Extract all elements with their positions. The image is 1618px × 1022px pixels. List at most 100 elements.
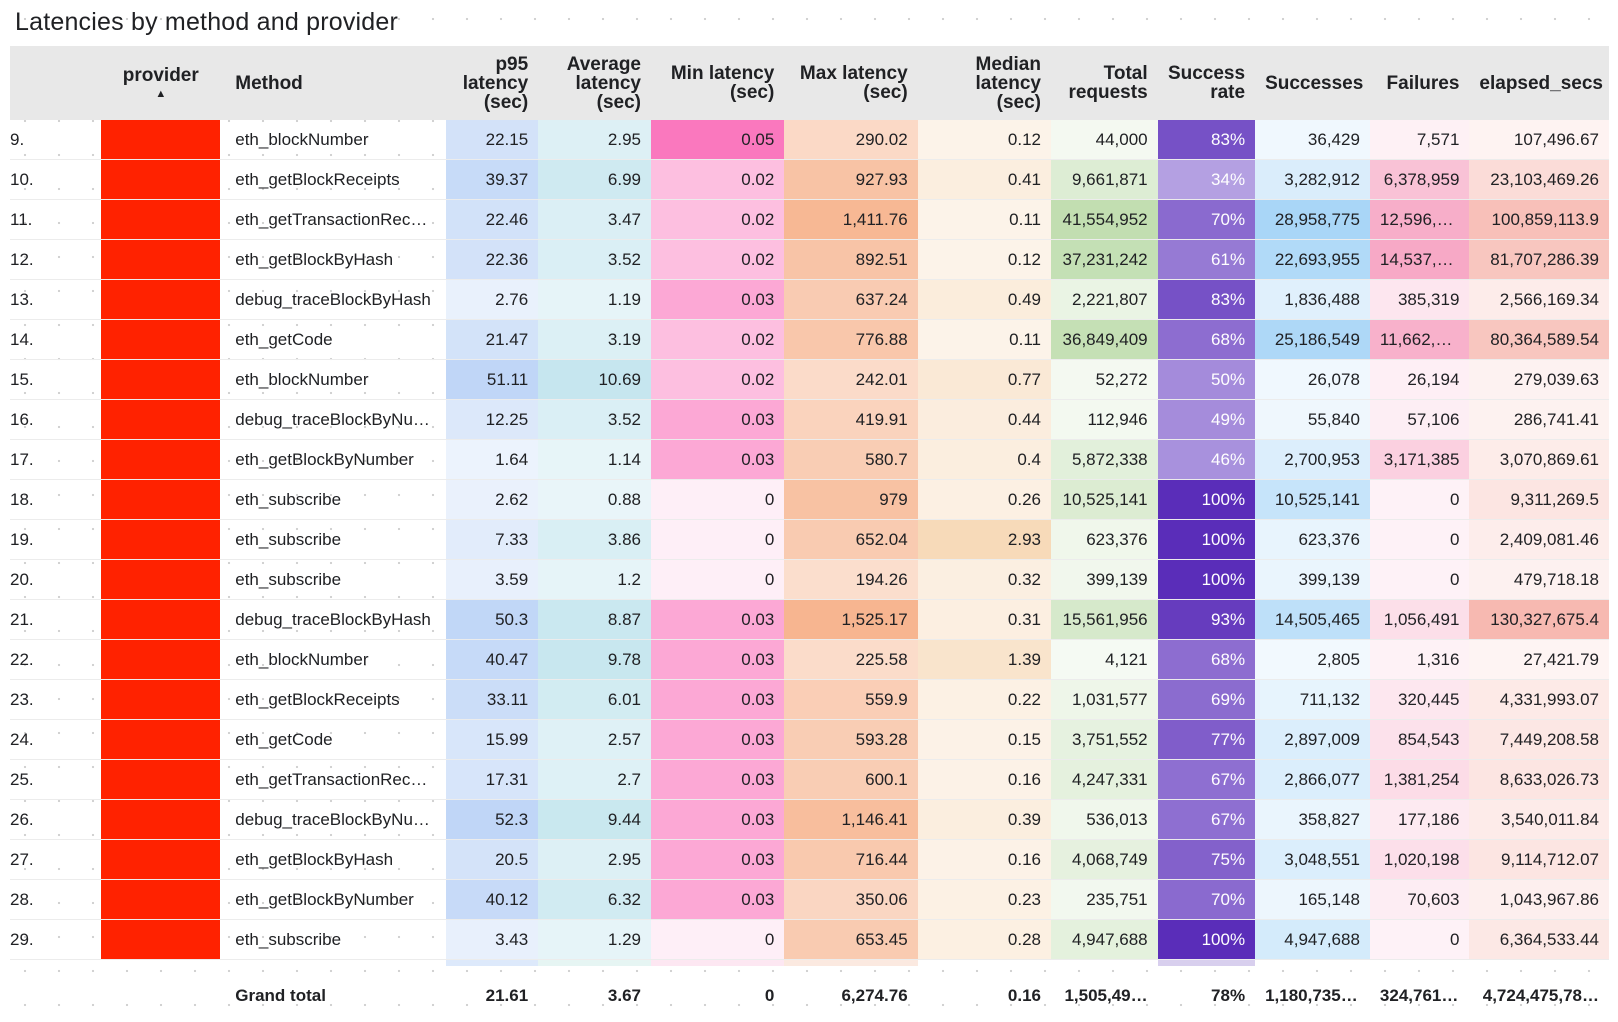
failures-cell: 854,543 — [1370, 720, 1469, 760]
header-min-latency[interactable]: Min latency (sec) — [651, 46, 784, 120]
successes-cell: 28,958,775 — [1255, 200, 1370, 240]
table-row[interactable]: 18.eth_subscribe2.620.8809790.2610,525,1… — [10, 480, 1609, 520]
successes-cell: 2,700,953 — [1255, 440, 1370, 480]
grand-total-provider — [101, 960, 220, 1022]
table-row[interactable]: 17.eth_getBlockByNumber1.641.140.03580.7… — [10, 440, 1609, 480]
table-row[interactable]: 23.eth_getBlockReceipts33.116.010.03559.… — [10, 680, 1609, 720]
table-row[interactable]: 25.eth_getTransactionReceipt17.312.70.03… — [10, 760, 1609, 800]
failures-cell: 1,056,491 — [1370, 600, 1469, 640]
success-rate-cell: 93% — [1158, 600, 1255, 640]
success-rate-cell: 34% — [1158, 160, 1255, 200]
table-row[interactable]: 27.eth_getBlockByHash20.52.950.03716.440… — [10, 840, 1609, 880]
p95-latency-cell: 22.36 — [446, 240, 538, 280]
average-latency-cell: 2.57 — [538, 720, 651, 760]
header-total-requests[interactable]: Total requests — [1051, 46, 1158, 120]
method-cell: eth_subscribe — [220, 480, 446, 520]
row-index: 22. — [10, 640, 101, 680]
p95-latency-cell: 21.47 — [446, 320, 538, 360]
failures-cell: 385,319 — [1370, 280, 1469, 320]
method-cell: eth_subscribe — [220, 920, 446, 960]
table-row[interactable]: 22.eth_blockNumber40.479.780.03225.581.3… — [10, 640, 1609, 680]
header-method[interactable]: Method — [220, 46, 446, 120]
average-latency-cell: 2.95 — [538, 120, 651, 160]
sort-ascending-icon[interactable]: ▲ — [111, 88, 210, 100]
failures-cell: 0 — [1370, 520, 1469, 560]
median-latency-cell: 2.93 — [918, 520, 1051, 560]
table-row[interactable]: 10.eth_getBlockReceipts39.376.990.02927.… — [10, 160, 1609, 200]
median-latency-cell: 0.31 — [918, 600, 1051, 640]
provider-cell — [101, 920, 220, 960]
table-row[interactable]: 19.eth_subscribe7.333.860652.042.93623,3… — [10, 520, 1609, 560]
total-requests-cell: 9,661,871 — [1051, 160, 1158, 200]
table-row[interactable]: 24.eth_getCode15.992.570.03593.280.153,7… — [10, 720, 1609, 760]
elapsed-secs-cell: 8,633,026.73 — [1469, 760, 1609, 800]
table-row[interactable]: 21.debug_traceBlockByHash50.38.870.031,5… — [10, 600, 1609, 640]
grand-total-index — [10, 960, 101, 1022]
elapsed-secs-cell: 3,540,011.84 — [1469, 800, 1609, 840]
method-cell: eth_subscribe — [220, 520, 446, 560]
max-latency-cell: 242.01 — [784, 360, 917, 400]
header-median-latency[interactable]: Median latency (sec) — [918, 46, 1051, 120]
table-row[interactable]: 12.eth_getBlockByHash22.363.520.02892.51… — [10, 240, 1609, 280]
min-latency-cell: 0 — [651, 920, 784, 960]
table-row[interactable]: 15.eth_blockNumber51.1110.690.02242.010.… — [10, 360, 1609, 400]
success-rate-cell: 83% — [1158, 120, 1255, 160]
table-row[interactable]: 14.eth_getCode21.473.190.02776.880.1136,… — [10, 320, 1609, 360]
min-latency-cell: 0.03 — [651, 640, 784, 680]
header-p95-latency[interactable]: p95 latency (sec) — [446, 46, 538, 120]
failures-cell: 70,603 — [1370, 880, 1469, 920]
header-failures[interactable]: Failures — [1370, 46, 1469, 120]
elapsed-secs-cell: 286,741.41 — [1469, 400, 1609, 440]
method-cell: eth_getCode — [220, 320, 446, 360]
table-row[interactable]: 29.eth_subscribe3.431.290653.450.284,947… — [10, 920, 1609, 960]
row-index: 18. — [10, 480, 101, 520]
total-requests-cell: 5,872,338 — [1051, 440, 1158, 480]
total-requests-cell: 4,068,749 — [1051, 840, 1158, 880]
successes-cell: 10,525,141 — [1255, 480, 1370, 520]
elapsed-secs-cell: 81,707,286.39 — [1469, 240, 1609, 280]
p95-latency-cell: 52.3 — [446, 800, 538, 840]
header-provider[interactable]: provider ▲ — [101, 46, 220, 120]
table-row[interactable]: 16.debug_traceBlockByNumber12.253.520.03… — [10, 400, 1609, 440]
median-latency-cell: 0.23 — [918, 880, 1051, 920]
average-latency-cell: 3.52 — [538, 400, 651, 440]
header-average-latency[interactable]: Average latency (sec) — [538, 46, 651, 120]
max-latency-cell: 1,525.17 — [784, 600, 917, 640]
header-success-rate[interactable]: Success rate — [1158, 46, 1255, 120]
table-row[interactable]: 9.eth_blockNumber22.152.950.05290.020.12… — [10, 120, 1609, 160]
median-latency-cell: 0.22 — [918, 680, 1051, 720]
failures-cell: 3,171,385 — [1370, 440, 1469, 480]
max-latency-cell: 979 — [784, 480, 917, 520]
table-row[interactable]: 26.debug_traceBlockByNumber52.39.440.031… — [10, 800, 1609, 840]
success-rate-cell: 77% — [1158, 720, 1255, 760]
max-latency-cell: 194.26 — [784, 560, 917, 600]
p95-latency-cell: 40.12 — [446, 880, 538, 920]
total-requests-cell: 2,221,807 — [1051, 280, 1158, 320]
failures-cell: 12,596,177 — [1370, 200, 1469, 240]
provider-cell — [101, 880, 220, 920]
total-requests-cell: 15,561,956 — [1051, 600, 1158, 640]
table-row[interactable]: 28.eth_getBlockByNumber40.126.320.03350.… — [10, 880, 1609, 920]
p95-latency-cell: 20.5 — [446, 840, 538, 880]
p95-latency-cell: 22.15 — [446, 120, 538, 160]
grand-total-label: Grand total — [220, 960, 446, 1022]
header-max-latency[interactable]: Max latency (sec) — [784, 46, 917, 120]
successes-cell: 623,376 — [1255, 520, 1370, 560]
min-latency-cell: 0.02 — [651, 240, 784, 280]
method-cell: eth_blockNumber — [220, 360, 446, 400]
elapsed-secs-cell: 100,859,113.9 — [1469, 200, 1609, 240]
table-row[interactable]: 11.eth_getTransactionReceipt22.463.470.0… — [10, 200, 1609, 240]
p95-latency-cell: 33.11 — [446, 680, 538, 720]
header-elapsed-secs[interactable]: elapsed_secs — [1469, 46, 1609, 120]
success-rate-cell: 46% — [1158, 440, 1255, 480]
row-index: 13. — [10, 280, 101, 320]
p95-latency-cell: 3.59 — [446, 560, 538, 600]
max-latency-cell: 600.1 — [784, 760, 917, 800]
table-row[interactable]: 20.eth_subscribe3.591.20194.260.32399,13… — [10, 560, 1609, 600]
average-latency-cell: 3.86 — [538, 520, 651, 560]
header-successes[interactable]: Successes — [1255, 46, 1370, 120]
successes-cell: 36,429 — [1255, 120, 1370, 160]
median-latency-cell: 0.41 — [918, 160, 1051, 200]
successes-cell: 3,048,551 — [1255, 840, 1370, 880]
table-row[interactable]: 13.debug_traceBlockByHash2.761.190.03637… — [10, 280, 1609, 320]
